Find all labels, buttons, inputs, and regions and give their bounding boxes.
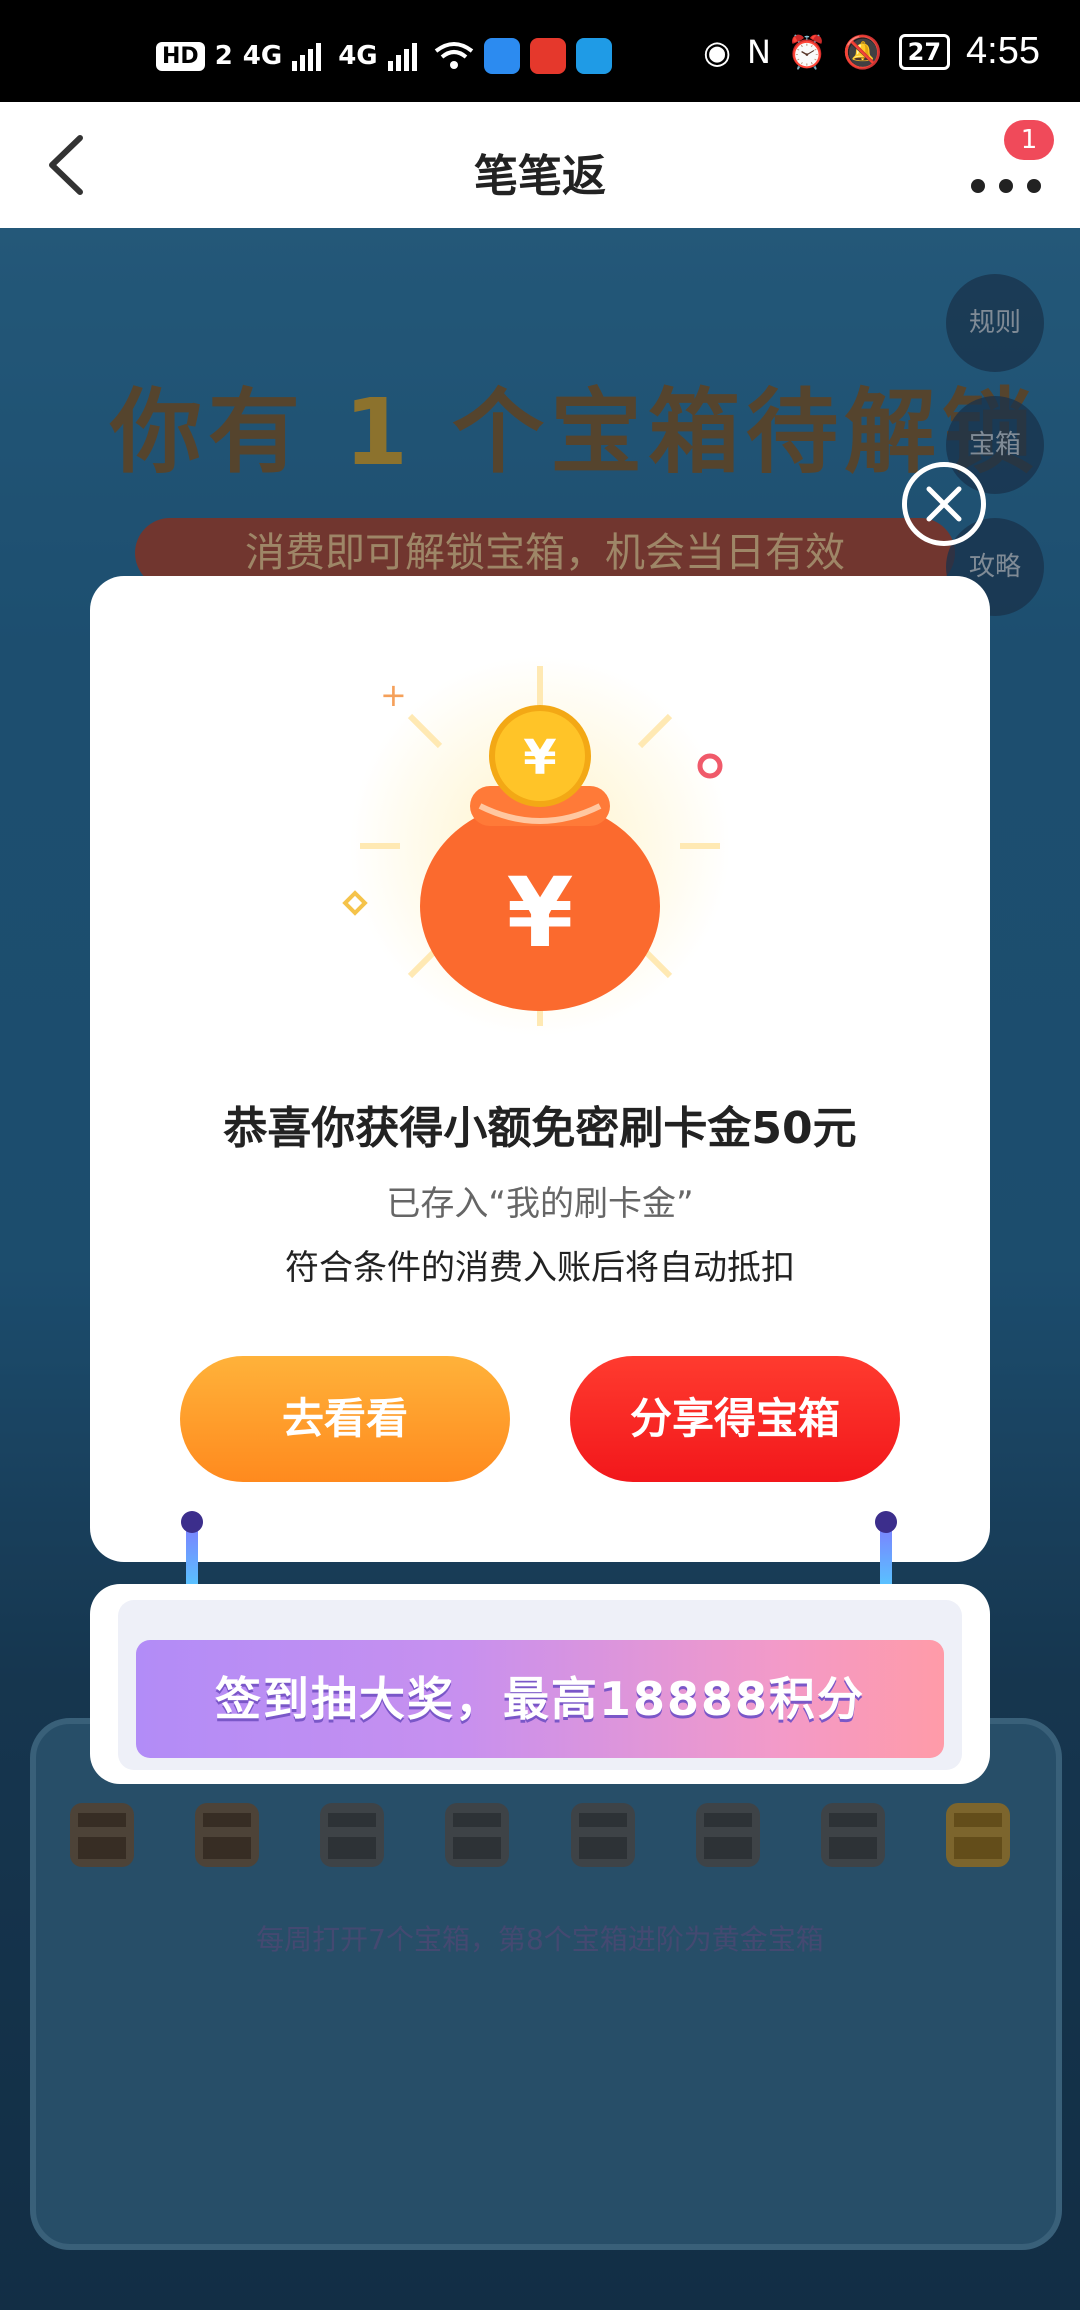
promo-card: 签到抽大奖，最高18888积分 xyxy=(90,1584,990,1784)
app-icon-2 xyxy=(529,38,566,74)
close-button[interactable] xyxy=(902,462,986,546)
sim-indicator: 2 xyxy=(214,41,233,71)
page-title: 笔笔返 xyxy=(474,151,606,202)
nav-bar: 笔笔返 1 xyxy=(0,102,1080,229)
connector-left-top-dot xyxy=(181,1511,203,1533)
status-right-icons: ◉ N ⏰ 🔕 27 4:55 xyxy=(703,30,1040,73)
signin-lottery-banner[interactable]: 签到抽大奖，最高18888积分 xyxy=(136,1640,944,1758)
clock: 4:55 xyxy=(966,30,1040,72)
share-button[interactable]: 分享得宝箱 xyxy=(570,1356,900,1482)
signal-bars-icon-2 xyxy=(387,43,417,71)
modal-description: 符合条件的消费入账后将自动抵扣 xyxy=(285,1248,795,1288)
signal-4g-1: 4G xyxy=(242,41,283,71)
modal-title: 恭喜你获得小额免密刷卡金50元 xyxy=(223,1103,857,1154)
notification-badge: 1 xyxy=(1004,120,1054,160)
status-left-icons: HD 2 4G 4G xyxy=(156,38,612,74)
mute-icon: 🔕 xyxy=(842,32,883,71)
battery-indicator: 27 xyxy=(898,33,951,70)
app-icon-1 xyxy=(483,38,520,74)
modal-subtitle: 已存入“我的刷卡金” xyxy=(386,1184,694,1224)
svg-text:+: + xyxy=(380,676,407,714)
svg-text:¥: ¥ xyxy=(523,730,556,786)
alarm-icon: ⏰ xyxy=(786,32,827,71)
eye-icon: ◉ xyxy=(703,32,731,71)
signal-bars-icon xyxy=(292,43,322,71)
view-button[interactable]: 去看看 xyxy=(180,1356,510,1482)
connector-right-top-dot xyxy=(875,1511,897,1533)
signal-4g-2: 4G xyxy=(338,41,378,71)
wifi-icon xyxy=(434,42,473,69)
hd-indicator: HD xyxy=(156,41,205,71)
status-bar: HD 2 4G 4G ◉ N ⏰ 🔕 27 4:55 xyxy=(0,0,1080,102)
close-icon xyxy=(926,486,962,522)
app-icon-3 xyxy=(575,38,612,74)
money-bag-illustration: + ¥ ¥ xyxy=(342,656,730,1036)
svg-text:¥: ¥ xyxy=(507,857,574,969)
reward-modal: + ¥ ¥ 恭喜你获得小额免密刷卡金50元 已存入“我的刷卡金” 符合条件的消费… xyxy=(90,576,990,1562)
nfc-icon: N xyxy=(747,32,771,71)
